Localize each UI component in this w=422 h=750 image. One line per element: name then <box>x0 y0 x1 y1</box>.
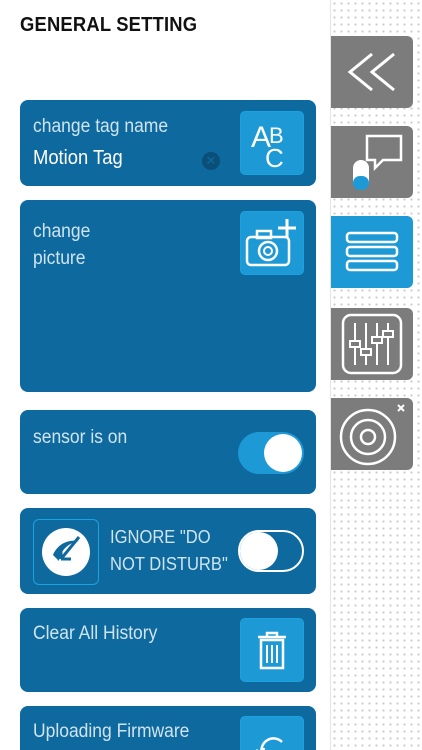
camera-add-icon <box>245 219 296 267</box>
sensor-toggle[interactable] <box>238 432 304 474</box>
sensor-card: sensor is on <box>20 410 316 494</box>
ignore-dnd-toggle[interactable] <box>238 530 304 572</box>
clear-text-icon[interactable]: ✕ <box>202 152 220 170</box>
menu-icon <box>345 231 399 272</box>
target-button[interactable] <box>331 398 413 470</box>
target-icon <box>339 404 405 466</box>
abc-text-icon: A B C <box>251 121 284 169</box>
clear-history-card: Clear All History <box>20 608 316 692</box>
messages-button[interactable] <box>331 126 413 198</box>
side-navigation <box>330 0 422 750</box>
moon-arrow-icon <box>33 519 99 585</box>
tag-name-label: change tag name <box>33 116 169 137</box>
change-tag-name-button[interactable]: A B C <box>240 111 304 175</box>
ignore-dnd-label: IGNORE "DO NOT DISTURB" <box>110 527 228 574</box>
refresh-icon <box>256 737 283 750</box>
change-picture-button[interactable] <box>240 211 304 275</box>
double-chevron-left-icon <box>347 52 395 92</box>
page-title: GENERAL SETTING <box>20 14 198 36</box>
svg-text:C: C <box>265 143 284 169</box>
picture-card: change picture <box>20 200 316 392</box>
tag-name-card: change tag name Motion Tag ✕ A B C <box>20 100 316 186</box>
sensor-label: sensor is on <box>33 427 128 448</box>
equalizer-button[interactable] <box>331 308 413 380</box>
ignore-dnd-card: IGNORE "DO NOT DISTURB" <box>20 508 316 594</box>
trash-icon <box>258 631 286 670</box>
toggle-knob <box>264 434 302 472</box>
back-button[interactable] <box>331 36 413 108</box>
chat-sensor-icon <box>353 134 403 190</box>
clear-history-label: Clear All History <box>33 623 158 644</box>
firmware-card: Uploading Firmware <box>20 706 316 750</box>
sliders-icon <box>341 313 403 375</box>
upload-firmware-button[interactable] <box>240 716 304 750</box>
firmware-label: Uploading Firmware <box>33 721 190 742</box>
toggle-knob <box>240 532 278 570</box>
clear-history-button[interactable] <box>240 618 304 682</box>
menu-button[interactable] <box>331 216 413 288</box>
picture-label: change picture <box>33 221 91 269</box>
settings-panel: GENERAL SETTING change tag name Motion T… <box>0 0 330 750</box>
tag-name-input[interactable]: Motion Tag <box>33 147 123 170</box>
